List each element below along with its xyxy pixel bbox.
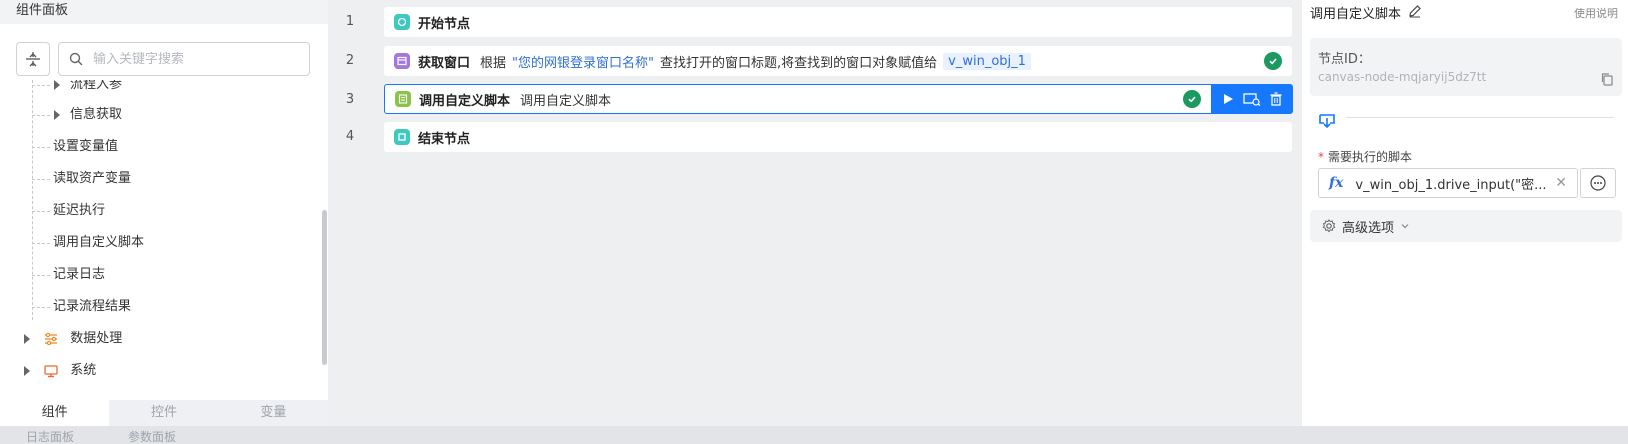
tree-item-delay[interactable]: 延迟执行 <box>32 196 292 226</box>
footer-bar: 日志面板 参数面板 <box>0 426 1628 444</box>
row-number: 2 <box>345 53 355 68</box>
tab-components[interactable]: 组件 <box>0 400 110 426</box>
input-section-divider <box>1318 112 1614 132</box>
caret-right-icon <box>24 333 30 344</box>
node-start[interactable]: 开始节点 <box>384 7 1292 37</box>
node-end[interactable]: 结束节点 <box>384 122 1292 152</box>
success-check-icon <box>1264 52 1282 70</box>
tree-item-label: 记录流程结果 <box>53 299 132 314</box>
node-get-window[interactable]: 获取窗口 根据 "您的网银登录窗口名称" 查找打开的窗口标题,将查找到的窗口对象… <box>384 46 1292 76</box>
search-icon <box>69 52 83 66</box>
node-title: 开始节点 <box>418 16 471 32</box>
success-check-icon <box>1183 90 1201 108</box>
script-value: v_win_obj_1.drive_input("密... <box>1355 177 1547 193</box>
component-tree: 流程入参 信息获取 设置变量值 读取资产变量 延迟执行 调用自定义脚本 记录日志… <box>0 80 318 400</box>
flow-row: 3 调用自定义脚本 调用自定义脚本 <box>328 81 1294 117</box>
left-bottom-tabs: 组件 控件 变量 <box>0 400 328 426</box>
properties-title: 调用自定义脚本 <box>1310 7 1402 22</box>
category-label: 数据处理 <box>70 331 123 346</box>
node-custom-script[interactable]: 调用自定义脚本 调用自定义脚本 <box>384 84 1293 114</box>
node-action-bar <box>1211 84 1293 114</box>
tree-item-read-asset-variable[interactable]: 读取资产变量 <box>32 164 292 194</box>
delete-icon[interactable] <box>1269 92 1283 106</box>
node-id-card: 节点ID： canvas-node-mqjaryij5dz7tt <box>1310 38 1622 96</box>
caret-right-icon <box>54 80 60 90</box>
variable-tag[interactable]: v_win_obj_1 <box>943 52 1031 70</box>
category-label: 系统 <box>70 363 97 378</box>
tree-item-label: 设置变量值 <box>53 139 119 154</box>
component-panel-title: 组件面板 <box>0 0 328 24</box>
fx-icon: fx <box>1329 175 1344 191</box>
script-field-label: * 需要执行的脚本 <box>1318 150 1413 164</box>
row-number: 4 <box>345 129 355 144</box>
tree-item-log[interactable]: 记录日志 <box>32 260 292 290</box>
end-node-icon <box>394 129 410 145</box>
tab-log-panel[interactable]: 日志面板 <box>26 428 74 444</box>
tree-item-label: 记录日志 <box>53 267 106 282</box>
tab-controls[interactable]: 控件 <box>109 400 218 426</box>
debug-window-icon[interactable] <box>1243 92 1261 106</box>
tree-item-record-result[interactable]: 记录流程结果 <box>32 292 292 322</box>
monitor-icon <box>44 364 58 377</box>
required-mark: * <box>1318 150 1324 164</box>
tree-item-info-get[interactable]: 信息获取 <box>32 100 292 130</box>
app-root: 组件面板 输入关键字搜索 流程入参 信息获取 设置变量值 读取资产变量 延迟执行… <box>0 0 1628 444</box>
gear-icon <box>1322 219 1336 233</box>
window-name-link[interactable]: "您的网银登录窗口名称" <box>512 52 654 71</box>
edit-icon[interactable] <box>1408 4 1422 18</box>
more-icon <box>1590 175 1606 191</box>
node-title: 获取窗口 <box>418 55 471 71</box>
tab-variables[interactable]: 变量 <box>219 400 328 426</box>
tree-item-set-variable[interactable]: 设置变量值 <box>32 132 292 162</box>
input-arrow-icon <box>1319 114 1335 129</box>
flow-row: 4 结束节点 <box>328 119 1294 155</box>
node-id-label: 节点ID： <box>1318 52 1371 67</box>
search-box[interactable] <box>58 42 310 76</box>
clear-icon[interactable]: ✕ <box>1555 175 1567 191</box>
chevron-down-icon <box>1401 224 1409 229</box>
tree-scrollbar[interactable] <box>322 210 327 365</box>
caret-right-icon <box>24 365 30 376</box>
window-node-icon <box>394 53 410 69</box>
data-processing-icon <box>45 332 58 345</box>
tree-item-label: 读取资产变量 <box>53 171 132 186</box>
tab-param-panel[interactable]: 参数面板 <box>128 428 176 444</box>
advanced-options-label: 高级选项 <box>1342 220 1395 236</box>
start-node-icon <box>394 14 410 30</box>
caret-right-icon <box>54 109 60 120</box>
flow-row: 2 获取窗口 根据 "您的网银登录窗口名称" 查找打开的窗口标题,将查找到的窗口… <box>328 43 1294 79</box>
flow-canvas: 1 开始节点 2 获取窗口 根据 "您的网银登录窗口名称" 查找打开的窗口标题,… <box>328 0 1294 426</box>
node-text: 根据 <box>480 55 507 71</box>
component-panel: 组件面板 输入关键字搜索 流程入参 信息获取 设置变量值 读取资产变量 延迟执行… <box>0 0 328 426</box>
search-row <box>16 42 310 76</box>
script-node-icon <box>395 91 411 107</box>
help-link[interactable]: 使用说明 <box>1574 5 1618 21</box>
collapse-all-button[interactable] <box>16 42 50 76</box>
properties-header: 调用自定义脚本 使用说明 <box>1302 0 1628 24</box>
node-title: 调用自定义脚本 <box>419 93 511 109</box>
node-text: 调用自定义脚本 <box>520 93 612 109</box>
tree-item-custom-script[interactable]: 调用自定义脚本 <box>32 228 292 258</box>
run-icon[interactable] <box>1221 92 1235 106</box>
category-system[interactable]: 系统 <box>24 356 294 386</box>
category-data-processing[interactable]: 数据处理 <box>24 324 294 354</box>
collapse-icon <box>26 52 40 67</box>
advanced-options-toggle[interactable]: 高级选项 <box>1310 210 1622 242</box>
search-input[interactable] <box>93 51 293 67</box>
row-number: 3 <box>345 92 355 107</box>
copy-icon[interactable] <box>1600 72 1614 86</box>
properties-panel: 调用自定义脚本 使用说明 节点ID： canvas-node-mqjaryij5… <box>1302 0 1628 426</box>
more-options-button[interactable] <box>1580 168 1616 198</box>
node-text: 查找打开的窗口标题,将查找到的窗口对象赋值给 <box>660 55 938 71</box>
tree-item-label: 延迟执行 <box>53 203 106 218</box>
tree-item-label: 调用自定义脚本 <box>53 235 145 250</box>
node-id-value: canvas-node-mqjaryij5dz7tt <box>1318 70 1487 84</box>
script-input[interactable]: fx v_win_obj_1.drive_input("密... ✕ <box>1318 168 1578 198</box>
tree-item-label: 流程入参 <box>70 80 123 92</box>
flow-row: 1 开始节点 <box>328 4 1294 40</box>
row-number: 1 <box>345 14 355 29</box>
node-title: 结束节点 <box>418 131 471 147</box>
tree-item-label: 信息获取 <box>70 107 123 122</box>
